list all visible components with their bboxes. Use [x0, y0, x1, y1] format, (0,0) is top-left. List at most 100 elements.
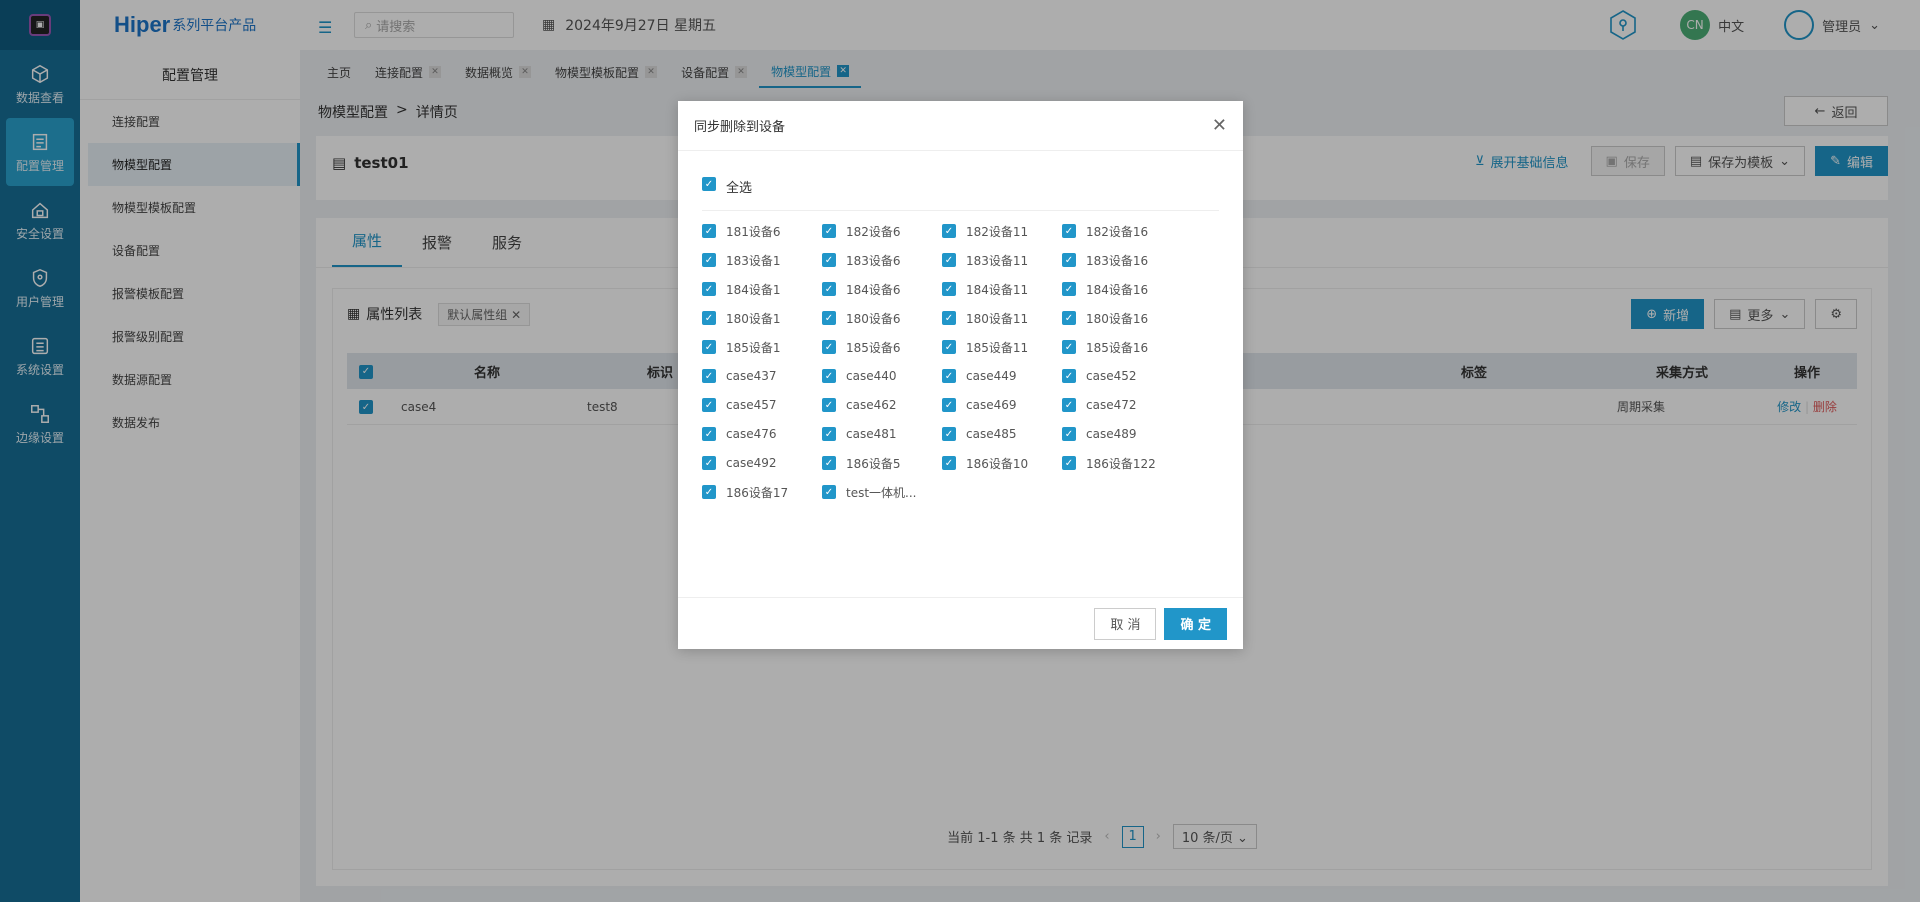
close-icon[interactable]: ✕ — [1212, 115, 1227, 136]
device-checkbox[interactable]: ✓ — [1062, 224, 1076, 238]
device-label: case457 — [726, 398, 777, 412]
device-checkbox[interactable]: ✓ — [822, 427, 836, 441]
device-checkbox-item[interactable]: ✓ case457 — [702, 397, 822, 413]
device-checkbox[interactable]: ✓ — [942, 369, 956, 383]
device-checkbox-item[interactable]: ✓ case485 — [942, 426, 1062, 442]
device-checkbox-item[interactable]: ✓ case440 — [822, 368, 942, 384]
device-checkbox[interactable]: ✓ — [942, 224, 956, 238]
device-checkbox[interactable]: ✓ — [702, 485, 716, 499]
device-checkbox-item[interactable]: ✓ 186设备122 — [1062, 455, 1182, 471]
device-checkbox-item[interactable]: ✓ 184设备6 — [822, 281, 942, 297]
device-checkbox[interactable]: ✓ — [822, 224, 836, 238]
device-checkbox-item[interactable]: ✓ 181设备6 — [702, 223, 822, 239]
device-checkbox[interactable]: ✓ — [1062, 398, 1076, 412]
device-checkbox[interactable]: ✓ — [822, 456, 836, 470]
device-checkbox[interactable]: ✓ — [702, 340, 716, 354]
device-label: case476 — [726, 427, 777, 441]
device-checkbox-item[interactable]: ✓ 185设备16 — [1062, 339, 1182, 355]
device-label: case472 — [1086, 398, 1137, 412]
device-label: case469 — [966, 398, 1017, 412]
device-checkbox-item[interactable]: ✓ 186设备5 — [822, 455, 942, 471]
device-label: 183设备6 — [846, 253, 901, 268]
device-checkbox-item[interactable]: ✓ 180设备1 — [702, 310, 822, 326]
device-checkbox-item[interactable]: ✓ 183设备6 — [822, 252, 942, 268]
device-checkbox-item[interactable]: ✓ 186设备10 — [942, 455, 1062, 471]
device-checkbox-item[interactable]: ✓ 183设备16 — [1062, 252, 1182, 268]
device-checkbox-item[interactable]: ✓ 180设备11 — [942, 310, 1062, 326]
device-checkbox-item[interactable]: ✓ case462 — [822, 397, 942, 413]
device-checkbox[interactable]: ✓ — [702, 427, 716, 441]
device-checkbox-item[interactable]: ✓ case481 — [822, 426, 942, 442]
device-checkbox-item[interactable]: ✓ case437 — [702, 368, 822, 384]
device-checkbox[interactable]: ✓ — [942, 456, 956, 470]
device-label: 184设备16 — [1086, 282, 1149, 297]
device-checkbox[interactable]: ✓ — [822, 340, 836, 354]
device-checkbox-item[interactable]: ✓ case452 — [1062, 368, 1182, 384]
device-checkbox[interactable]: ✓ — [822, 311, 836, 325]
device-label: 180设备6 — [846, 311, 901, 326]
select-all-checkbox[interactable]: ✓ — [702, 177, 716, 191]
device-checkbox-item[interactable]: ✓ 182设备6 — [822, 223, 942, 239]
device-checkbox[interactable]: ✓ — [822, 398, 836, 412]
device-checkbox[interactable]: ✓ — [1062, 282, 1076, 296]
device-checkbox[interactable]: ✓ — [822, 369, 836, 383]
device-label: case485 — [966, 427, 1017, 441]
device-label: 184设备6 — [846, 282, 901, 297]
device-checkbox[interactable]: ✓ — [702, 311, 716, 325]
device-checkbox-item[interactable]: ✓ 185设备6 — [822, 339, 942, 355]
device-checkbox[interactable]: ✓ — [822, 282, 836, 296]
device-checkbox-item[interactable]: ✓ 182设备11 — [942, 223, 1062, 239]
cancel-button[interactable]: 取 消 — [1094, 607, 1157, 640]
device-checkbox-item[interactable]: ✓ 180设备16 — [1062, 310, 1182, 326]
device-checkbox-grid: ✓ 181设备6 ✓ 182设备6 ✓ 182设备11 ✓ 182设备16 ✓ 183设备1 ✓ 18… — [702, 223, 1202, 500]
device-checkbox[interactable]: ✓ — [942, 340, 956, 354]
device-checkbox[interactable]: ✓ — [702, 224, 716, 238]
device-checkbox[interactable]: ✓ — [942, 311, 956, 325]
device-checkbox[interactable]: ✓ — [942, 427, 956, 441]
device-checkbox[interactable]: ✓ — [702, 398, 716, 412]
device-checkbox-item[interactable]: ✓ 185设备1 — [702, 339, 822, 355]
device-checkbox-item[interactable]: ✓ case476 — [702, 426, 822, 442]
device-checkbox[interactable]: ✓ — [702, 369, 716, 383]
device-label: 182设备11 — [966, 224, 1029, 239]
device-checkbox-item[interactable]: ✓ case489 — [1062, 426, 1182, 442]
device-checkbox-item[interactable]: ✓ 185设备11 — [942, 339, 1062, 355]
device-label: 180设备16 — [1086, 311, 1149, 326]
device-checkbox-item[interactable]: ✓ case449 — [942, 368, 1062, 384]
device-checkbox-item[interactable]: ✓ test一体机... — [822, 484, 942, 500]
device-checkbox[interactable]: ✓ — [1062, 427, 1076, 441]
device-checkbox[interactable]: ✓ — [942, 398, 956, 412]
device-label: 186设备122 — [1086, 456, 1156, 471]
device-checkbox-item[interactable]: ✓ 184设备1 — [702, 281, 822, 297]
device-checkbox[interactable]: ✓ — [702, 253, 716, 267]
device-checkbox-item[interactable]: ✓ case472 — [1062, 397, 1182, 413]
device-label: 181设备6 — [726, 224, 781, 239]
select-all[interactable]: ✓ 全选 — [702, 177, 1219, 211]
device-checkbox[interactable]: ✓ — [1062, 311, 1076, 325]
device-checkbox[interactable]: ✓ — [1062, 369, 1076, 383]
device-checkbox[interactable]: ✓ — [942, 282, 956, 296]
device-checkbox[interactable]: ✓ — [702, 282, 716, 296]
device-checkbox-item[interactable]: ✓ 184设备16 — [1062, 281, 1182, 297]
device-checkbox-item[interactable]: ✓ 184设备11 — [942, 281, 1062, 297]
confirm-button[interactable]: 确 定 — [1164, 607, 1227, 640]
device-checkbox-item[interactable]: ✓ 180设备6 — [822, 310, 942, 326]
device-checkbox-item[interactable]: ✓ case492 — [702, 455, 822, 471]
device-checkbox[interactable]: ✓ — [822, 253, 836, 267]
device-checkbox[interactable]: ✓ — [1062, 253, 1076, 267]
device-checkbox-item[interactable]: ✓ case469 — [942, 397, 1062, 413]
device-label: 182设备6 — [846, 224, 901, 239]
device-checkbox[interactable]: ✓ — [702, 456, 716, 470]
device-checkbox-item[interactable]: ✓ 182设备16 — [1062, 223, 1182, 239]
device-checkbox-item[interactable]: ✓ 183设备11 — [942, 252, 1062, 268]
device-checkbox[interactable]: ✓ — [942, 253, 956, 267]
device-checkbox[interactable]: ✓ — [1062, 456, 1076, 470]
device-checkbox-item[interactable]: ✓ 183设备1 — [702, 252, 822, 268]
device-checkbox[interactable]: ✓ — [1062, 340, 1076, 354]
device-label: 184设备1 — [726, 282, 781, 297]
device-checkbox[interactable]: ✓ — [822, 485, 836, 499]
device-checkbox-item[interactable]: ✓ 186设备17 — [702, 484, 822, 500]
device-label: 186设备10 — [966, 456, 1029, 471]
device-label: 186设备17 — [726, 485, 789, 500]
device-label: case481 — [846, 427, 897, 441]
